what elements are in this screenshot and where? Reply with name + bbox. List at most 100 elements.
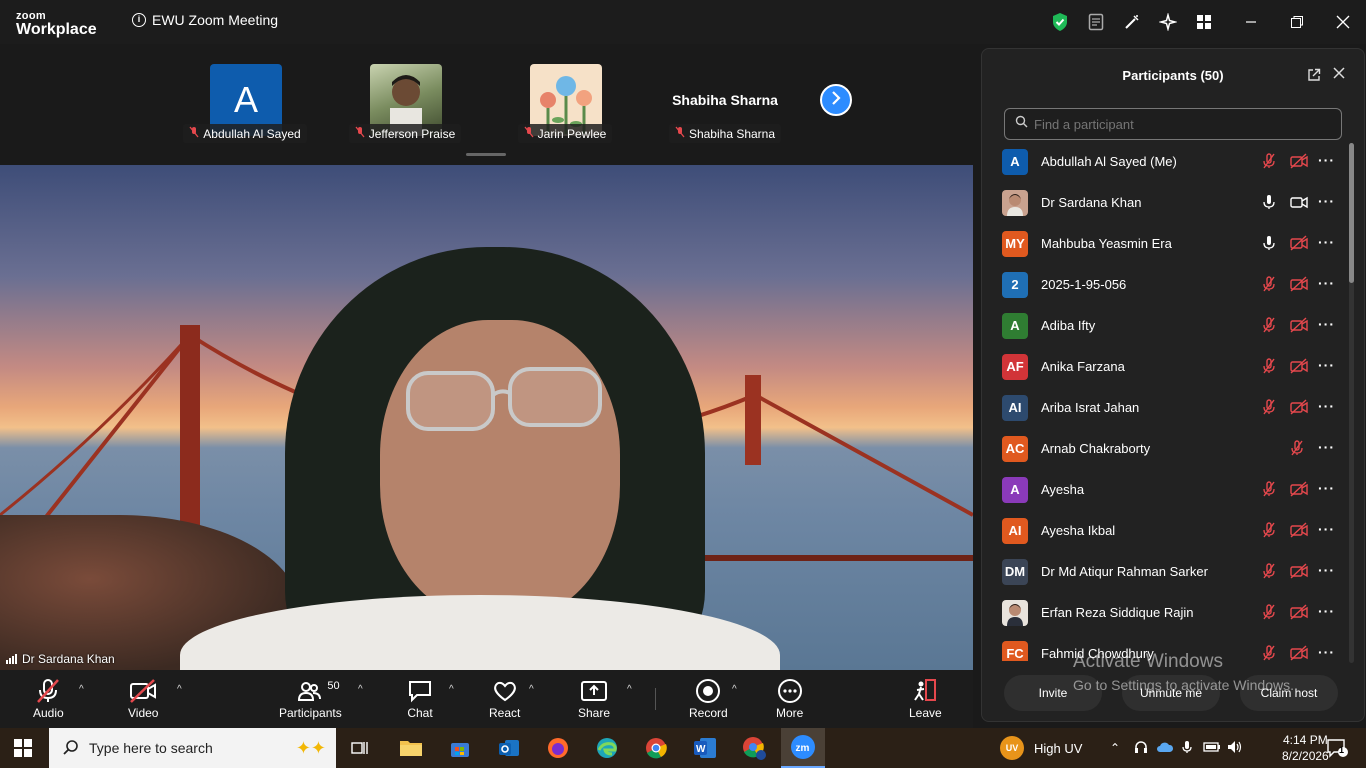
more-options-icon[interactable]: ··· [1318,521,1335,537]
participants-button[interactable]: 50 Participants [279,678,342,722]
gallery-scroll-indicator[interactable] [466,153,506,156]
unmute-me-button[interactable]: Unmute me [1122,675,1220,711]
participants-options-chevron-icon[interactable]: ^ [358,684,363,695]
info-icon[interactable]: i [132,13,146,27]
participant-row[interactable]: Erfan Reza Siddique Rajin ··· [992,592,1348,633]
participant-row[interactable]: FC Fahmid Chowdhury ··· [992,633,1348,661]
notes-icon[interactable] [1086,12,1106,32]
participant-row[interactable]: AI Ayesha Ikbal ··· [992,510,1348,551]
more-options-icon[interactable]: ··· [1318,152,1335,168]
participant-row[interactable]: AF Anika Farzana ··· [992,346,1348,387]
more-options-icon[interactable]: ··· [1318,562,1335,578]
leave-button[interactable]: Leave [909,678,942,722]
edit-wand-icon[interactable] [1122,12,1142,32]
gallery-tile[interactable]: Jarin Pewlee [490,64,640,144]
share-options-chevron-icon[interactable]: ^ [627,684,632,695]
video-off-icon [1290,399,1308,415]
mic-muted-icon [1262,522,1278,538]
participant-row[interactable]: MY Mahbuba Yeasmin Era ··· [992,223,1348,264]
clock-time: 4:14 PM [1283,733,1328,747]
notification-icon[interactable]: 1 [1326,738,1348,763]
taskbar-search[interactable]: Type here to search ✦✦ [49,728,336,768]
volume-icon[interactable] [1227,740,1243,757]
claim-host-button[interactable]: Claim host [1240,675,1338,711]
more-options-icon[interactable]: ··· [1318,316,1335,332]
more-options-icon[interactable]: ··· [1318,398,1335,414]
outlook-icon[interactable] [495,734,523,762]
participant-row[interactable]: A Ayesha ··· [992,469,1348,510]
participant-search[interactable] [1004,108,1342,140]
gallery-tile[interactable]: A Abdullah Al Sayed [170,64,320,144]
avatar: A [1002,476,1028,503]
participant-row[interactable]: Dr Sardana Khan ··· [992,182,1348,223]
zoom-taskbar-icon[interactable]: zm [781,728,825,768]
participant-list-scrollbar[interactable] [1349,143,1354,663]
ai-companion-icon[interactable] [1158,12,1178,32]
chrome-icon[interactable] [642,734,670,762]
video-options-chevron-icon[interactable]: ^ [177,684,182,695]
search-input[interactable] [1034,116,1334,132]
word-icon[interactable]: W [691,734,719,762]
microsoft-store-icon[interactable] [446,734,474,762]
participant-row[interactable]: AC Arnab Chakraborty ··· [992,428,1348,469]
search-icon [1015,115,1028,133]
tile-display-name: Shabiha Sharna [672,92,778,108]
notification-count: 1 [1339,745,1345,755]
more-options-icon[interactable]: ··· [1318,275,1335,291]
chat-button[interactable]: Chat [407,678,433,722]
chat-options-chevron-icon[interactable]: ^ [449,684,454,695]
participant-row[interactable]: AI Ariba Israt Jahan ··· [992,387,1348,428]
meeting-title[interactable]: i EWU Zoom Meeting [132,12,278,28]
headset-icon[interactable] [1134,740,1148,757]
more-button[interactable]: More [776,678,803,722]
react-button[interactable]: React [489,678,520,722]
share-button[interactable]: Share [578,678,610,722]
shield-icon[interactable] [1050,12,1070,32]
gallery-tile[interactable]: Jefferson Praise [330,64,480,144]
participant-row[interactable]: 2 2025-1-95-056 ··· [992,264,1348,305]
system-clock[interactable]: 4:14 PM 8/2/2026 [1282,732,1329,764]
firefox-icon[interactable] [544,734,572,762]
audio-options-chevron-icon[interactable]: ^ [79,684,84,695]
onedrive-icon[interactable] [1156,741,1174,756]
record-button[interactable]: Record [689,678,728,722]
microphone-icon[interactable] [1182,740,1192,757]
record-options-chevron-icon[interactable]: ^ [732,684,737,695]
more-options-icon[interactable]: ··· [1318,644,1335,660]
more-options-icon[interactable]: ··· [1318,193,1335,209]
file-explorer-icon[interactable] [397,734,425,762]
battery-icon[interactable] [1203,741,1221,756]
restore-button[interactable] [1285,10,1309,34]
minimize-button[interactable] [1239,10,1263,34]
pop-out-icon[interactable] [1307,68,1321,87]
windows-start-icon[interactable] [14,739,32,757]
more-options-icon[interactable]: ··· [1318,439,1335,455]
next-page-button[interactable] [820,84,852,116]
chrome-profile-icon[interactable] [740,734,768,762]
participant-row[interactable]: DM Dr Md Atiqur Rahman Sarker ··· [992,551,1348,592]
gallery-tile[interactable]: Shabiha Sharna Shabiha Sharna [650,64,800,144]
uv-index-icon[interactable]: UV [1000,736,1024,760]
audio-button[interactable]: Audio [33,678,64,722]
edge-icon[interactable] [593,734,621,762]
chevron-up-icon[interactable]: ⌃ [1110,741,1120,755]
audio-label: Audio [33,706,64,720]
task-view-icon[interactable] [346,734,374,762]
participant-row[interactable]: A Abdullah Al Sayed (Me) ··· [992,141,1348,182]
more-options-icon[interactable]: ··· [1318,234,1335,250]
weather-text[interactable]: High UV [1034,741,1082,756]
more-options-icon[interactable]: ··· [1318,603,1335,619]
apps-icon[interactable] [1194,12,1214,32]
participant-row[interactable]: A Adiba Ifty ··· [992,305,1348,346]
video-button[interactable]: Video [128,678,158,722]
tile-name-chip: Shabiha Sharna [668,124,782,143]
more-options-icon[interactable]: ··· [1318,480,1335,496]
invite-button[interactable]: Invite [1004,675,1102,711]
toolbar-divider [655,688,656,710]
close-panel-icon[interactable] [1332,66,1346,85]
react-options-chevron-icon[interactable]: ^ [529,684,534,695]
close-window-button[interactable] [1331,10,1355,34]
avatar: AC [1002,435,1028,462]
more-options-icon[interactable]: ··· [1318,357,1335,373]
participants-count: 50 [327,680,340,692]
